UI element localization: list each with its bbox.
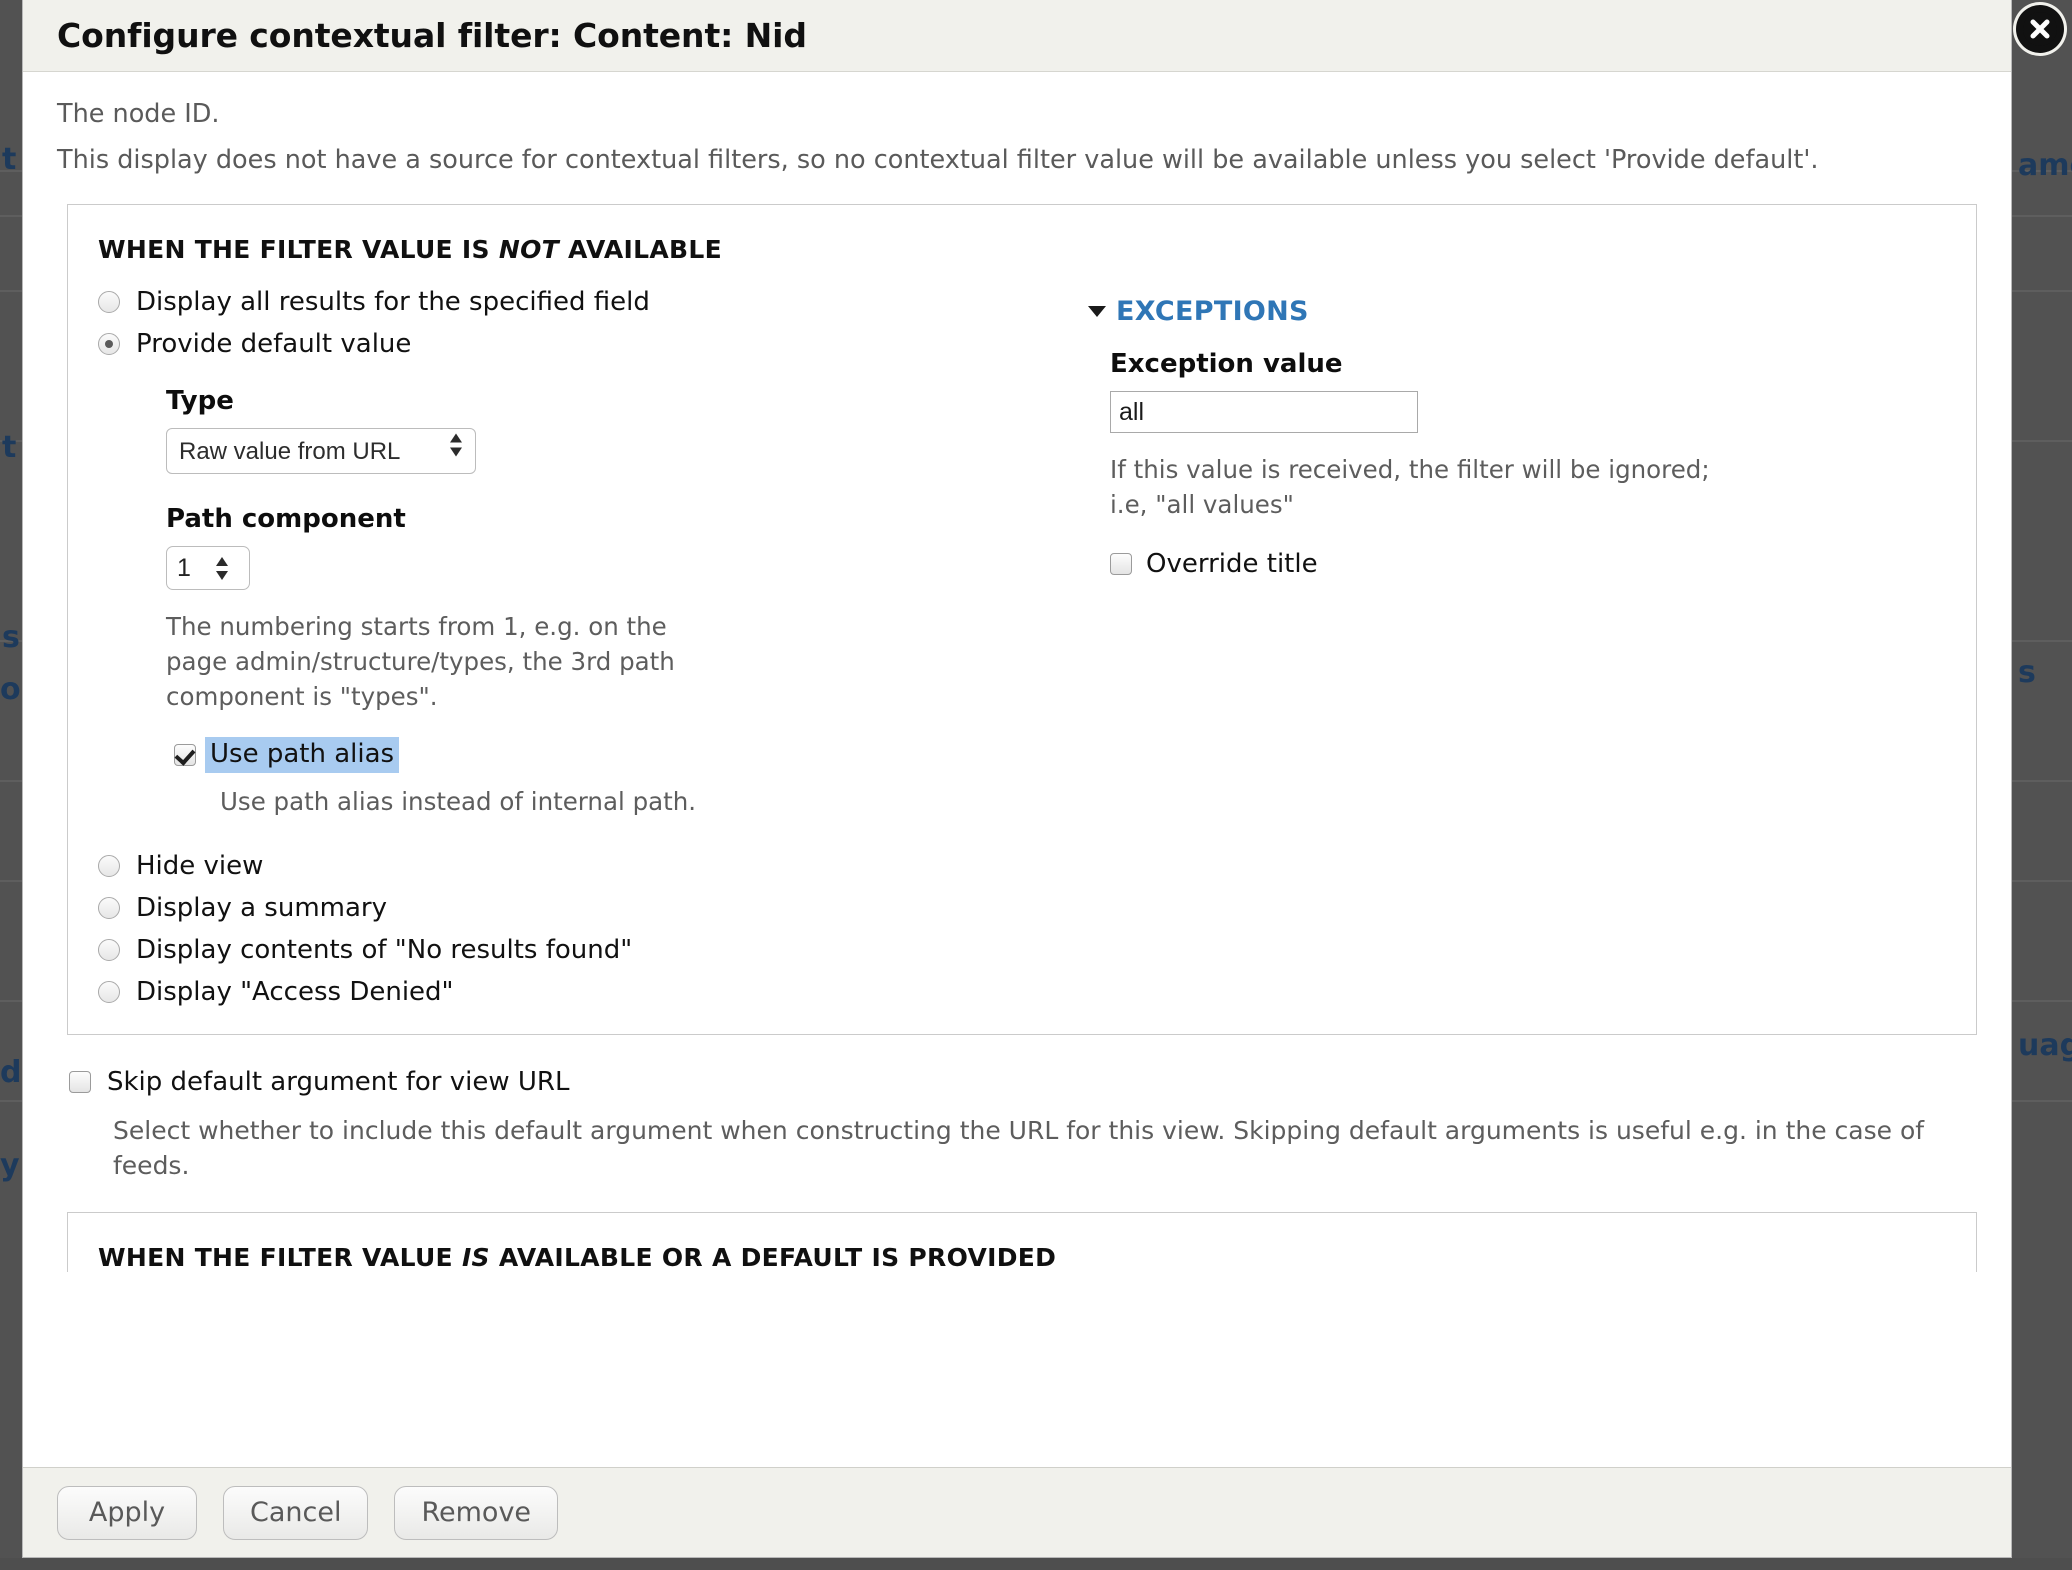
path-component-label: Path component: [166, 504, 406, 535]
skip-default-argument-checkbox-row[interactable]: Skip default argument for view URL: [69, 1067, 1977, 1097]
skip-default-argument-help: Select whether to include this default a…: [113, 1115, 1925, 1181]
radio-indicator-icon: [98, 854, 120, 877]
backdrop-text-left-t1: t: [2, 142, 17, 177]
legend-part-emphasis: NOT: [498, 235, 559, 265]
skip-default-argument-label: Skip default argument for view URL: [107, 1066, 570, 1097]
exception-value-input[interactable]: [1110, 391, 1418, 434]
not-available-legend: WHEN THE FILTER VALUE IS NOT AVAILABLE: [68, 205, 1976, 272]
legend2-part-before: WHEN THE FILTER VALUE: [98, 1242, 462, 1272]
exceptions-body: Exception value If this value is receive…: [1110, 349, 1976, 579]
exception-value-help: If this value is received, the filter wi…: [1110, 455, 1710, 520]
not-available-columns: Display all results for the specified fi…: [68, 272, 1976, 1007]
path-component-input[interactable]: [177, 553, 213, 583]
backdrop-text-s: s: [2018, 655, 2036, 690]
radio-label: Provide default value: [136, 329, 412, 360]
path-component-help: The numbering starts from 1, e.g. on the…: [166, 612, 675, 711]
backdrop-text-left-t2: t: [2, 430, 17, 465]
radio-indicator-icon: [98, 291, 120, 314]
legend-part-before: WHEN THE FILTER VALUE IS: [98, 235, 499, 265]
exceptions-disclosure[interactable]: EXCEPTIONS: [1088, 296, 1976, 327]
radio-label: Display a summary: [136, 892, 387, 923]
backdrop-text-name: ame: [2018, 148, 2072, 183]
apply-button[interactable]: Apply: [57, 1485, 197, 1540]
dialog-title: Configure contextual filter: Content: Ni…: [57, 16, 807, 55]
not-available-left-column: Display all results for the specified fi…: [68, 272, 1078, 1007]
triangle-down-icon: [1088, 306, 1106, 318]
override-title-label: Override title: [1146, 548, 1318, 579]
filter-value-not-available-fieldset: WHEN THE FILTER VALUE IS NOT AVAILABLE D…: [67, 204, 1977, 1035]
checkbox-icon: [1110, 552, 1132, 575]
cancel-button[interactable]: Cancel: [223, 1485, 369, 1540]
radio-label: Display "Access Denied": [136, 976, 454, 1007]
exceptions-column: EXCEPTIONS Exception value If this value…: [1078, 272, 1976, 1003]
dialog-footer: Apply Cancel Remove: [23, 1467, 2011, 1557]
legend2-part-emphasis: IS: [461, 1242, 490, 1272]
backdrop-text-uage: uage: [2018, 1028, 2072, 1063]
dialog-description-line2: This display does not have a source for …: [57, 145, 1819, 176]
backdrop-text-left-d: d: [0, 1055, 22, 1090]
use-path-alias-checkbox-row[interactable]: Use path alias: [174, 736, 1078, 773]
available-legend: WHEN THE FILTER VALUE IS AVAILABLE OR A …: [68, 1213, 1976, 1272]
use-path-alias-help: Use path alias instead of internal path.: [220, 786, 697, 816]
path-component-stepper[interactable]: [166, 546, 250, 591]
window-bottom-edge: [0, 1558, 2072, 1570]
legend2-part-after: AVAILABLE OR A DEFAULT IS PROVIDED: [489, 1242, 1057, 1272]
backdrop-text-left-y: y: [0, 1148, 20, 1183]
stepper-updown-icon[interactable]: [215, 556, 229, 580]
radio-indicator-selected-icon: [98, 333, 120, 356]
dialog-header: Configure contextual filter: Content: Ni…: [23, 0, 2011, 72]
radio-provide-default-value[interactable]: Provide default value: [98, 329, 1078, 360]
radio-indicator-icon: [98, 938, 120, 961]
close-icon: [2023, 12, 2057, 46]
radio-display-a-summary[interactable]: Display a summary: [98, 892, 1078, 923]
radio-display-all-results[interactable]: Display all results for the specified fi…: [98, 287, 1078, 318]
filter-value-available-fieldset: WHEN THE FILTER VALUE IS AVAILABLE OR A …: [67, 1211, 1977, 1272]
dialog-body: The node ID. This display does not have …: [23, 72, 2011, 1467]
radio-label: Hide view: [136, 850, 264, 881]
radio-indicator-icon: [98, 896, 120, 919]
remove-button[interactable]: Remove: [394, 1485, 559, 1540]
backdrop-text-left-o: o: [0, 672, 21, 707]
type-select[interactable]: Raw value from URL: [166, 428, 476, 475]
provide-default-value-settings: Type Raw value from URL Path component 1…: [166, 386, 1078, 816]
checkbox-icon: [69, 1070, 91, 1093]
trailing-radio-group: Hide view Display a summary Display cont…: [98, 850, 1078, 1007]
close-dialog-button[interactable]: [2016, 5, 2064, 53]
radio-label: Display all results for the specified fi…: [136, 287, 650, 318]
type-label: Type: [166, 386, 234, 417]
exceptions-title: EXCEPTIONS: [1116, 296, 1309, 328]
legend-part-after: AVAILABLE: [559, 235, 722, 265]
exception-value-label: Exception value: [1110, 349, 1343, 380]
dialog-description-line1: The node ID.: [57, 99, 220, 129]
configure-contextual-filter-dialog: Configure contextual filter: Content: Ni…: [22, 0, 2012, 1558]
radio-display-no-results-found[interactable]: Display contents of "No results found": [98, 934, 1078, 965]
radio-indicator-icon: [98, 980, 120, 1003]
radio-label: Display contents of "No results found": [136, 934, 633, 965]
override-title-checkbox-row[interactable]: Override title: [1110, 549, 1976, 579]
use-path-alias-label: Use path alias: [205, 736, 400, 773]
checkbox-checked-icon: [174, 743, 196, 766]
backdrop-text-left-s: s: [2, 620, 20, 655]
type-select-wrapper: Raw value from URL: [166, 416, 476, 475]
radio-display-access-denied[interactable]: Display "Access Denied": [98, 976, 1078, 1007]
radio-hide-view[interactable]: Hide view: [98, 850, 1078, 881]
